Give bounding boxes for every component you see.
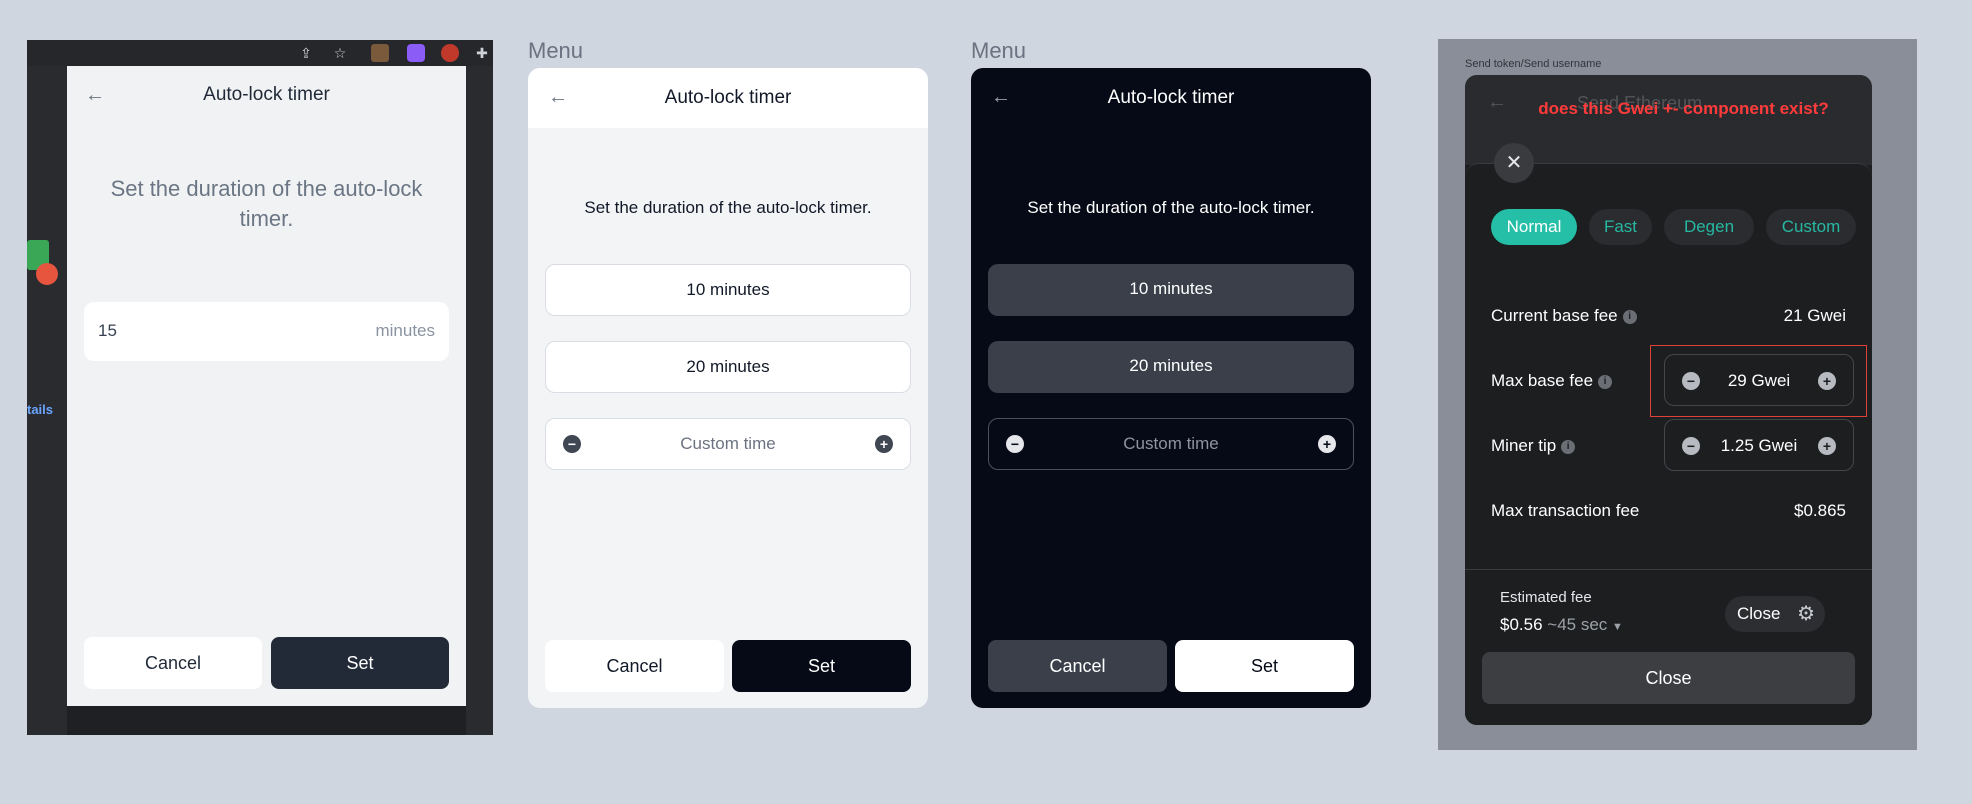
page-title: Auto-lock timer: [203, 84, 330, 105]
menu-label: Menu: [971, 38, 1027, 63]
speed-degen-chip[interactable]: Degen: [1664, 209, 1754, 245]
custom-time-label: Custom time: [1123, 434, 1219, 453]
breadcrumb: Send token/Send username: [1465, 58, 1602, 70]
close-chip-label: Close: [1737, 604, 1781, 623]
duration-unit: minutes: [375, 321, 435, 340]
minus-icon[interactable]: −: [1006, 435, 1024, 453]
estimated-fee-row[interactable]: $0.56 ~45 sec ▼: [1500, 615, 1623, 635]
cancel-button[interactable]: Cancel: [545, 640, 724, 692]
autolock-panel-dark: ← Auto-lock timer Set the duration of th…: [971, 68, 1371, 708]
custom-time-stepper[interactable]: Custom time − +: [545, 418, 911, 470]
gas-fee-card: ← Send Ethereum does this Gwei +- compon…: [1465, 75, 1872, 725]
custom-time-stepper[interactable]: Custom time − +: [988, 418, 1354, 470]
option-10-minutes[interactable]: 10 minutes: [988, 264, 1354, 316]
speed-fast-chip[interactable]: Fast: [1589, 209, 1652, 245]
miner-tip-label: Miner tip: [1491, 436, 1557, 455]
speed-normal-chip[interactable]: Normal: [1491, 209, 1577, 245]
duration-value[interactable]: 15: [98, 321, 117, 341]
close-settings-chip[interactable]: Close ⚙: [1725, 596, 1825, 632]
puzzle-icon[interactable]: ✚: [473, 44, 491, 62]
info-icon[interactable]: i: [1561, 439, 1576, 454]
page-title: Auto-lock timer: [664, 87, 792, 108]
extension-icon[interactable]: [407, 44, 425, 62]
browser-toolbar: ⇪ ☆ ✚: [27, 40, 493, 66]
star-icon[interactable]: ☆: [331, 44, 349, 62]
estimated-fee-value: $0.56: [1500, 615, 1543, 634]
max-base-fee-label: Max base fee: [1491, 371, 1594, 390]
details-link[interactable]: tails: [27, 402, 53, 417]
estimated-time: ~45 sec: [1547, 615, 1608, 634]
current-base-fee-value: 21 Gwei: [1783, 306, 1846, 325]
custom-time-label: Custom time: [680, 434, 776, 453]
design-annotation: does this Gwei +- component exist?: [1538, 99, 1829, 118]
info-icon[interactable]: i: [1598, 374, 1613, 389]
page-background-right: [466, 66, 493, 735]
description-text: Set the duration of the auto-lock timer.: [1027, 198, 1315, 217]
minus-icon[interactable]: −: [563, 435, 581, 453]
miner-tip-stepper[interactable]: 1.25 Gwei − +: [1664, 419, 1854, 471]
wallet-extension-icon[interactable]: [441, 44, 459, 62]
option-20-minutes[interactable]: 20 minutes: [545, 341, 911, 393]
annotation-highlight-box: [1650, 345, 1867, 417]
menu-label: Menu: [528, 38, 584, 63]
set-button[interactable]: Set: [732, 640, 911, 692]
option-10-minutes[interactable]: 10 minutes: [545, 264, 911, 316]
duration-input[interactable]: 15 minutes: [84, 302, 449, 361]
description-text: Set the duration of the auto-lock timer.: [584, 198, 872, 217]
cancel-button[interactable]: Cancel: [988, 640, 1167, 692]
page-background-left: [27, 66, 67, 735]
info-icon[interactable]: i: [1622, 309, 1637, 324]
fox-extension-icon[interactable]: [371, 44, 389, 62]
plus-icon[interactable]: +: [1818, 437, 1836, 455]
set-button[interactable]: Set: [1175, 640, 1354, 692]
chevron-down-icon[interactable]: ▼: [1612, 621, 1623, 633]
estimated-fee-label: Estimated fee: [1500, 589, 1592, 606]
gear-icon: ⚙: [1797, 603, 1815, 625]
autolock-popup: [67, 66, 466, 706]
current-base-fee-row: Current base fee i: [1491, 306, 1637, 326]
miner-tip-row: Miner tip i: [1491, 436, 1576, 456]
description-text: Set the duration of the auto-lock timer.: [110, 176, 423, 231]
plus-icon[interactable]: +: [875, 435, 893, 453]
page-title: Auto-lock timer: [1107, 87, 1235, 108]
app-badge-icon: [36, 263, 58, 285]
divider: [1465, 569, 1872, 570]
option-20-minutes[interactable]: 20 minutes: [988, 341, 1354, 393]
close-icon[interactable]: ✕: [1494, 143, 1534, 183]
max-transaction-fee-value: $0.865: [1794, 501, 1846, 520]
current-base-fee-label: Current base fee: [1491, 306, 1618, 325]
minus-icon[interactable]: −: [1682, 437, 1700, 455]
close-button[interactable]: Close: [1482, 652, 1855, 704]
speed-custom-chip[interactable]: Custom: [1766, 209, 1856, 245]
cancel-button[interactable]: Cancel: [84, 637, 262, 689]
autolock-panel-light: ← Auto-lock timer Set the duration of th…: [528, 68, 928, 708]
plus-icon[interactable]: +: [1318, 435, 1336, 453]
set-button[interactable]: Set: [271, 637, 449, 689]
max-transaction-fee-label: Max transaction fee: [1491, 501, 1640, 520]
share-icon[interactable]: ⇪: [297, 44, 315, 62]
max-base-fee-row: Max base fee i: [1491, 371, 1613, 391]
